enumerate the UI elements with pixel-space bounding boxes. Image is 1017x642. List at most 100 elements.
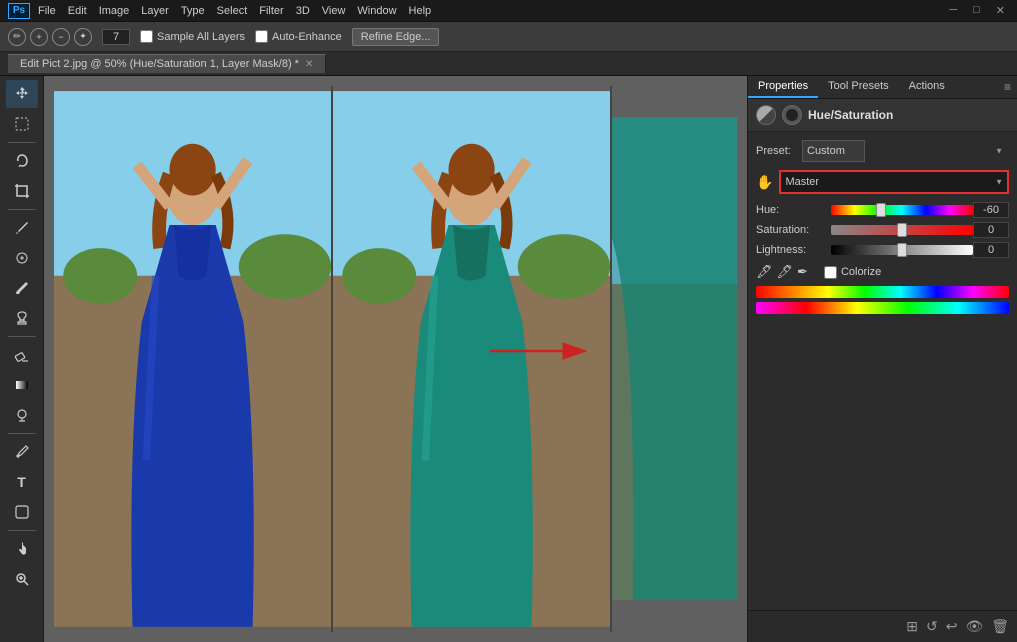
menu-select[interactable]: Select — [217, 5, 248, 17]
preset-row: Preset: Custom Default Cyanotype Sepia — [756, 140, 1009, 162]
tool-gradient[interactable] — [6, 371, 38, 399]
tab-properties[interactable]: Properties — [748, 76, 818, 98]
sample-layers-checkbox-label[interactable]: Sample All Layers — [140, 30, 245, 43]
eyedropper-add-icon[interactable]: 🖊 — [777, 264, 794, 280]
brush-size-input[interactable] — [102, 29, 130, 45]
eyedropper-group: 🖋 🖊 ✒ — [756, 264, 808, 280]
sample-layers-checkbox[interactable] — [140, 30, 153, 43]
lightness-label: Lightness: — [756, 244, 831, 256]
channel-select-wrapper: Master Reds Yellows Greens Cyans Blues M… — [779, 170, 1009, 194]
tool-brush[interactable] — [6, 274, 38, 302]
brush-mode-icon1[interactable]: + — [30, 28, 48, 46]
close-button[interactable]: ✕ — [992, 4, 1009, 17]
saturation-slider-track[interactable] — [831, 225, 973, 235]
menu-image[interactable]: Image — [99, 5, 130, 17]
sample-layers-label: Sample All Layers — [157, 31, 245, 43]
tool-stamp[interactable] — [6, 304, 38, 332]
refine-edge-button[interactable]: Refine Edge... — [352, 28, 440, 46]
target-adjustment-icon[interactable]: ✋ — [756, 174, 773, 191]
lightness-row: Lightness: — [756, 242, 1009, 258]
image-panel-3 — [612, 86, 737, 632]
tool-dodge[interactable] — [6, 401, 38, 429]
tool-marquee[interactable] — [6, 110, 38, 138]
mask-icon — [782, 105, 802, 125]
saturation-slider-thumb[interactable] — [897, 223, 907, 237]
tab-actions[interactable]: Actions — [899, 76, 955, 98]
options-bar: ✏ + − ✦ Sample All Layers Auto-Enhance R… — [0, 22, 1017, 52]
tab-bar: Edit Pict 2.jpg @ 50% (Hue/Saturation 1,… — [0, 52, 1017, 76]
colorize-checkbox-label[interactable]: Colorize — [824, 266, 881, 279]
saturation-value-input[interactable] — [973, 222, 1009, 238]
menu-file[interactable]: File — [38, 5, 56, 17]
menu-filter[interactable]: Filter — [259, 5, 283, 17]
image-panel-2 — [333, 86, 612, 632]
hue-value-input[interactable] — [973, 202, 1009, 218]
menu-type[interactable]: Type — [181, 5, 205, 17]
colorize-label: Colorize — [841, 266, 881, 278]
channel-select[interactable]: Master Reds Yellows Greens Cyans Blues M… — [779, 170, 1009, 194]
tab-tool-presets[interactable]: Tool Presets — [818, 76, 899, 98]
tool-move[interactable] — [6, 80, 38, 108]
lightness-value-input[interactable] — [973, 242, 1009, 258]
colorize-checkbox[interactable] — [824, 266, 837, 279]
tool-text[interactable]: T — [6, 468, 38, 496]
menu-bar: File Edit Image Layer Type Select Filter… — [38, 5, 431, 17]
document-tab[interactable]: Edit Pict 2.jpg @ 50% (Hue/Saturation 1,… — [8, 54, 326, 73]
reset-button[interactable]: ↺ — [926, 618, 938, 635]
brush-mode-icon3[interactable]: ✦ — [74, 28, 92, 46]
menu-help[interactable]: Help — [409, 5, 432, 17]
title-bar-right: ─ □ ✕ — [945, 4, 1009, 17]
main-layout: T — [0, 76, 1017, 642]
brush-tools-group: ✏ + − ✦ — [8, 28, 92, 46]
hue-slider-thumb[interactable] — [876, 203, 886, 217]
toolbar-separator-5 — [8, 530, 36, 531]
visibility-button[interactable]: 👁 — [965, 618, 983, 635]
canvas-area[interactable] — [44, 76, 747, 642]
eyedropper-set-icon[interactable]: 🖋 — [756, 264, 773, 280]
hue-slider-track[interactable] — [831, 205, 973, 215]
undo-button[interactable]: ↩ — [946, 618, 958, 635]
tool-pen[interactable] — [6, 438, 38, 466]
title-bar-left: Ps File Edit Image Layer Type Select Fil… — [8, 3, 431, 19]
auto-enhance-checkbox-label[interactable]: Auto-Enhance — [255, 30, 342, 43]
saturation-label: Saturation: — [756, 224, 831, 236]
left-toolbar: T — [0, 76, 44, 642]
adjustment-layer-icon — [756, 105, 776, 125]
auto-enhance-label: Auto-Enhance — [272, 31, 342, 43]
menu-view[interactable]: View — [322, 5, 346, 17]
tool-shape[interactable] — [6, 498, 38, 526]
preset-label: Preset: — [756, 145, 796, 157]
toolbar-separator-2 — [8, 209, 36, 210]
maximize-button[interactable]: □ — [969, 4, 984, 17]
tool-crop[interactable] — [6, 177, 38, 205]
menu-layer[interactable]: Layer — [141, 5, 169, 17]
preset-select[interactable]: Custom Default Cyanotype Sepia — [802, 140, 865, 162]
hue-result-bar — [756, 302, 1009, 314]
tool-eraser[interactable] — [6, 341, 38, 369]
tool-heal[interactable] — [6, 244, 38, 272]
brush-tool-icon[interactable]: ✏ — [8, 28, 26, 46]
properties-panel: Properties Tool Presets Actions ≡ Hue/Sa… — [747, 76, 1017, 642]
tab-close-icon[interactable]: ✕ — [305, 59, 313, 70]
tool-eyedropper[interactable] — [6, 214, 38, 242]
hue-label: Hue: — [756, 204, 831, 216]
auto-enhance-checkbox[interactable] — [255, 30, 268, 43]
lightness-slider-track[interactable] — [831, 245, 973, 255]
hs-title: Hue/Saturation — [808, 108, 893, 122]
brush-mode-icon2[interactable]: − — [52, 28, 70, 46]
menu-3d[interactable]: 3D — [296, 5, 310, 17]
tool-zoom[interactable] — [6, 565, 38, 593]
tool-lasso[interactable] — [6, 147, 38, 175]
hue-spectrum-bar — [756, 286, 1009, 298]
delete-button[interactable]: 🗑 — [991, 618, 1009, 635]
toolbar-separator-4 — [8, 433, 36, 434]
minimize-button[interactable]: ─ — [945, 4, 961, 17]
colorize-row: 🖋 🖊 ✒ Colorize — [756, 264, 1009, 280]
menu-window[interactable]: Window — [357, 5, 396, 17]
eyedropper-sub-icon[interactable]: ✒ — [797, 264, 808, 280]
menu-edit[interactable]: Edit — [68, 5, 87, 17]
lightness-slider-thumb[interactable] — [897, 243, 907, 257]
panel-menu-icon[interactable]: ≡ — [1004, 80, 1011, 94]
tool-hand[interactable] — [6, 535, 38, 563]
clip-to-layer-button[interactable]: ⊞ — [906, 618, 918, 635]
